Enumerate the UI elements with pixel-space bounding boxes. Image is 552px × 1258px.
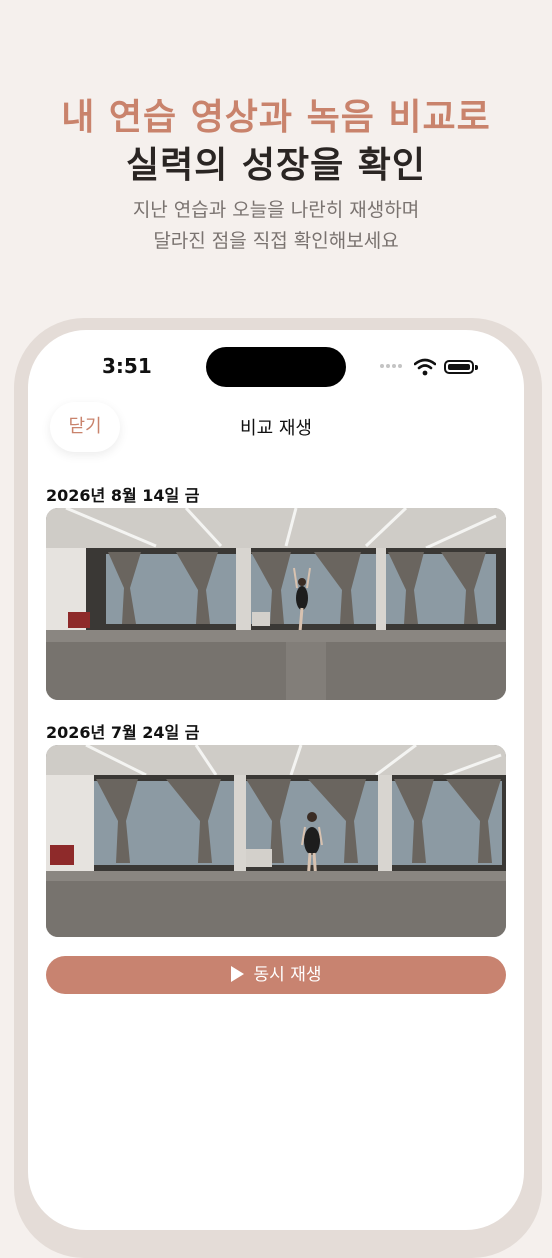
status-icons: [380, 358, 490, 376]
status-time: 3:51: [102, 354, 152, 378]
wifi-icon: [414, 358, 436, 376]
dynamic-island: [206, 347, 346, 387]
video-player-2[interactable]: [46, 745, 506, 937]
page-title: 비교 재생: [240, 418, 312, 439]
video-player-1[interactable]: [46, 508, 506, 700]
cellular-signal-icon: [380, 364, 410, 370]
play-together-label: 동시 재생: [253, 965, 322, 985]
hero-subtitle-line-1: 지난 연습과 오늘을 나란히 재생하며: [132, 199, 420, 221]
play-icon: [230, 966, 244, 982]
hero-heading: 실력의 성장을 확인: [125, 145, 427, 186]
dance-studio-video-thumbnail: [46, 508, 506, 700]
hero-accent-heading: 내 연습 영상과 녹음 비교로: [61, 97, 491, 138]
dance-studio-video-thumbnail: [46, 745, 506, 937]
recording-date-1: 2026년 8월 14일 금: [46, 486, 200, 505]
phone-screen: 3:51 닫기 비교 재생 2026년 8월 14일 금 2026년 7월 24…: [28, 330, 524, 1230]
battery-icon: [444, 360, 474, 374]
battery-cap: [475, 365, 478, 370]
play-together-button[interactable]: 동시 재생: [46, 956, 506, 994]
recording-date-2: 2026년 7월 24일 금: [46, 723, 200, 742]
hero-subtitle-line-2: 달라진 점을 직접 확인해보세요: [153, 230, 399, 252]
